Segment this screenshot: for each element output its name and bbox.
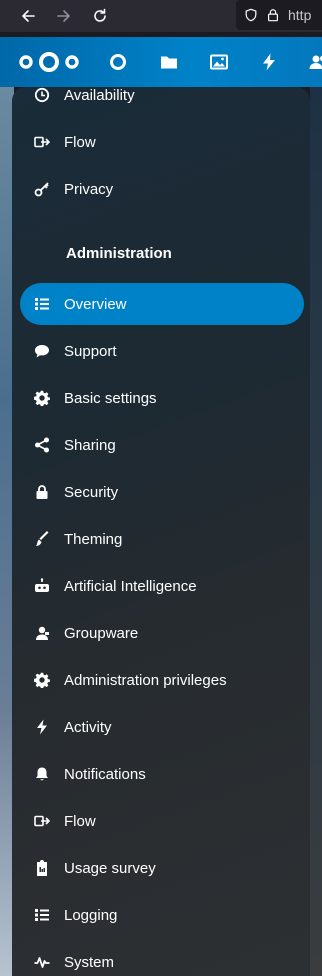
flow-icon: [34, 134, 50, 150]
robot-icon: [34, 578, 50, 594]
nav-item-label: Overview: [64, 295, 127, 313]
gear-icon: [34, 390, 50, 406]
nav-item-privacy[interactable]: Privacy: [20, 168, 304, 210]
lock-icon: [268, 9, 278, 22]
nav-item-basic-settings[interactable]: Basic settings: [20, 377, 304, 419]
nav-item-usage-survey[interactable]: Usage survey: [20, 847, 304, 889]
nav-item-label: System: [64, 953, 115, 971]
nav-item-label: Basic settings: [64, 389, 157, 407]
shield-icon: [245, 8, 257, 22]
nav-item-availability[interactable]: Availability: [20, 87, 304, 116]
speech-bubble-icon: [34, 343, 50, 359]
nav-item-overview[interactable]: Overview: [20, 283, 304, 325]
nextcloud-logo[interactable]: [18, 50, 80, 74]
section-heading-administration: Administration: [66, 245, 172, 262]
app-header: [0, 37, 322, 87]
list-icon: [34, 907, 50, 923]
nav-item-logging[interactable]: Logging: [20, 894, 304, 936]
back-button[interactable]: [14, 2, 42, 30]
dashboard-app-icon[interactable]: [106, 50, 130, 74]
nav-item-label: Theming: [64, 530, 123, 548]
nav-item-sharing[interactable]: Sharing: [20, 424, 304, 466]
brush-icon: [34, 531, 50, 547]
nav-item-label: Flow: [64, 812, 96, 830]
nav-item-label: Usage survey: [64, 859, 156, 877]
bell-icon: [34, 766, 50, 782]
nav-item-label: Administration privileges: [64, 671, 227, 689]
nav-item-notifications[interactable]: Notifications: [20, 753, 304, 795]
activity-app-icon[interactable]: [257, 50, 281, 74]
lock-icon: [34, 484, 50, 500]
nav-item-flow-admin[interactable]: Flow: [20, 800, 304, 842]
nav-item-activity[interactable]: Activity: [20, 706, 304, 748]
nav-item-label: Sharing: [64, 436, 116, 454]
nav-item-support[interactable]: Support: [20, 330, 304, 372]
photos-app-icon[interactable]: [207, 50, 231, 74]
nav-item-system[interactable]: System: [20, 941, 304, 976]
lightning-icon: [34, 719, 50, 735]
nav-item-label: Flow: [64, 133, 96, 151]
nav-item-flow[interactable]: Flow: [20, 121, 304, 163]
files-app-icon[interactable]: [157, 50, 181, 74]
nav-item-groupware[interactable]: Groupware: [20, 612, 304, 654]
forward-arrow-icon: [57, 10, 70, 22]
reload-icon: [94, 8, 106, 22]
settings-navigation: Availability Flow Privacy Administration…: [12, 87, 310, 976]
share-icon: [34, 437, 50, 453]
url-bar[interactable]: http: [236, 0, 322, 30]
clock-icon: [34, 87, 50, 103]
nav-item-label: Security: [64, 483, 119, 501]
url-text: http: [288, 7, 312, 23]
key-icon: [34, 181, 50, 197]
pulse-icon: [34, 954, 50, 970]
clipboard-icon: [34, 860, 50, 876]
nav-item-theming[interactable]: Theming: [20, 518, 304, 560]
nav-item-label: Logging: [64, 906, 118, 924]
nav-item-label: Notifications: [64, 765, 146, 783]
nav-item-security[interactable]: Security: [20, 471, 304, 513]
nav-item-artificial-intelligence[interactable]: Artificial Intelligence: [20, 565, 304, 607]
gear-icon: [34, 672, 50, 688]
browser-toolbar: http: [0, 0, 322, 32]
list-icon: [34, 296, 50, 312]
groupware-icon: [34, 625, 50, 641]
nav-item-label: Privacy: [64, 180, 114, 198]
nav-item-label: Artificial Intelligence: [64, 577, 197, 595]
nav-item-administration-privileges[interactable]: Administration privileges: [20, 659, 304, 701]
forward-button[interactable]: [50, 2, 78, 30]
contacts-app-icon[interactable]: [307, 50, 322, 74]
reload-button[interactable]: [86, 2, 114, 30]
nav-item-label: Availability: [64, 87, 135, 104]
background-strip-right: [310, 87, 322, 976]
nav-item-label: Groupware: [64, 624, 139, 642]
nav-item-label: Support: [64, 342, 117, 360]
nav-item-label: Activity: [64, 718, 112, 736]
back-arrow-icon: [22, 10, 35, 22]
flow-icon: [34, 813, 50, 829]
